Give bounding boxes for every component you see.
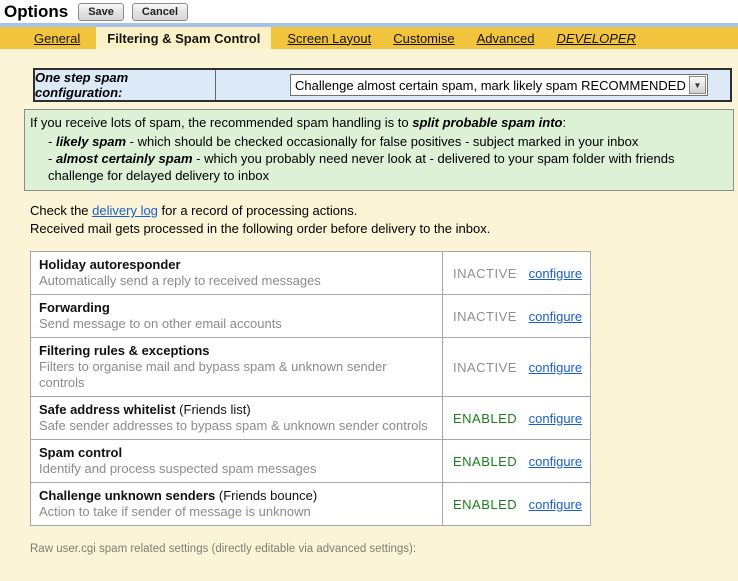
raw-settings-section: Raw user.cgi spam related settings (dire…: [30, 542, 738, 581]
tab-filtering-spam-control[interactable]: Filtering & Spam Control: [96, 27, 271, 49]
row-description: Send message to on other email accounts: [39, 316, 434, 332]
processing-order-table: Holiday autoresponder Automatically send…: [30, 251, 591, 526]
configure-link[interactable]: configure: [529, 309, 582, 324]
spam-config-select-cell: Challenge almost certain spam, mark like…: [216, 70, 730, 100]
info-line-1: If you receive lots of spam, the recomme…: [30, 114, 727, 131]
one-step-spam-config-box: One step spam configuration: Challenge a…: [33, 68, 732, 102]
table-row: Holiday autoresponder Automatically send…: [31, 252, 591, 295]
tab-bar: General Filtering & Spam Control Screen …: [0, 27, 738, 49]
spam-handling-info-box: If you receive lots of spam, the recomme…: [24, 109, 734, 191]
row-title: Safe address whitelist (Friends list): [39, 401, 434, 418]
dropdown-arrow-icon[interactable]: ▼: [689, 76, 706, 94]
table-row: Safe address whitelist (Friends list) Sa…: [31, 397, 591, 440]
tab-customise[interactable]: Customise: [393, 27, 454, 49]
table-row: Spam control Identify and process suspec…: [31, 440, 591, 483]
configure-link[interactable]: configure: [529, 266, 582, 281]
row-description: Automatically send a reply to received m…: [39, 273, 434, 289]
page-title: Options: [4, 2, 68, 22]
tab-developer[interactable]: DEVELOPER: [556, 27, 635, 49]
configure-link[interactable]: configure: [529, 411, 582, 426]
tab-advanced[interactable]: Advanced: [477, 27, 535, 49]
spam-config-select[interactable]: Challenge almost certain spam, mark like…: [290, 74, 708, 96]
table-row: Challenge unknown senders (Friends bounc…: [31, 483, 591, 526]
table-row: Filtering rules & exceptions Filters to …: [31, 338, 591, 397]
row-description: Identify and process suspected spam mess…: [39, 461, 434, 477]
tab-general[interactable]: General: [34, 27, 80, 49]
content-area: One step spam configuration: Challenge a…: [0, 49, 738, 581]
info-item-almost-certain-spam: - almost certainly spam - which you prob…: [48, 150, 727, 184]
status-badge: ENABLED: [453, 454, 525, 469]
row-title: Challenge unknown senders (Friends bounc…: [39, 487, 434, 504]
info-item-likely-spam: - likely spam - which should be checked …: [48, 133, 727, 150]
row-description: Safe sender addresses to bypass spam & u…: [39, 418, 434, 434]
raw-settings-heading: Raw user.cgi spam related settings (dire…: [30, 542, 738, 557]
raw-settings-lines: CORE SETTINGS: spam_subject=4 friend_mod…: [46, 563, 738, 581]
row-title: Holiday autoresponder: [39, 256, 434, 273]
row-title: Forwarding: [39, 299, 434, 316]
one-step-spam-config-label: One step spam configuration:: [35, 70, 216, 100]
configure-link[interactable]: configure: [529, 360, 582, 375]
row-description: Action to take if sender of message is u…: [39, 504, 434, 520]
processing-order-line: Received mail gets processed in the foll…: [30, 220, 738, 238]
row-title: Filtering rules & exceptions: [39, 342, 434, 359]
status-badge: ENABLED: [453, 497, 525, 512]
configure-link[interactable]: configure: [529, 454, 582, 469]
header-bar: Options Save Cancel: [0, 0, 738, 23]
cancel-button[interactable]: Cancel: [132, 3, 188, 21]
row-description: Filters to organise mail and bypass spam…: [39, 359, 434, 391]
delivery-log-line: Check the delivery log for a record of p…: [30, 202, 738, 220]
delivery-log-link[interactable]: delivery log: [92, 203, 158, 218]
status-badge: INACTIVE: [453, 266, 525, 281]
save-button[interactable]: Save: [78, 3, 124, 21]
spam-config-selected-option: Challenge almost certain spam, mark like…: [295, 78, 686, 93]
info-indented-items: - likely spam - which should be checked …: [48, 133, 727, 184]
status-badge: ENABLED: [453, 411, 525, 426]
tab-screen-layout[interactable]: Screen Layout: [287, 27, 371, 49]
status-badge: INACTIVE: [453, 360, 525, 375]
configure-link[interactable]: configure: [529, 497, 582, 512]
table-row: Forwarding Send message to on other emai…: [31, 295, 591, 338]
row-title: Spam control: [39, 444, 434, 461]
status-badge: INACTIVE: [453, 309, 525, 324]
